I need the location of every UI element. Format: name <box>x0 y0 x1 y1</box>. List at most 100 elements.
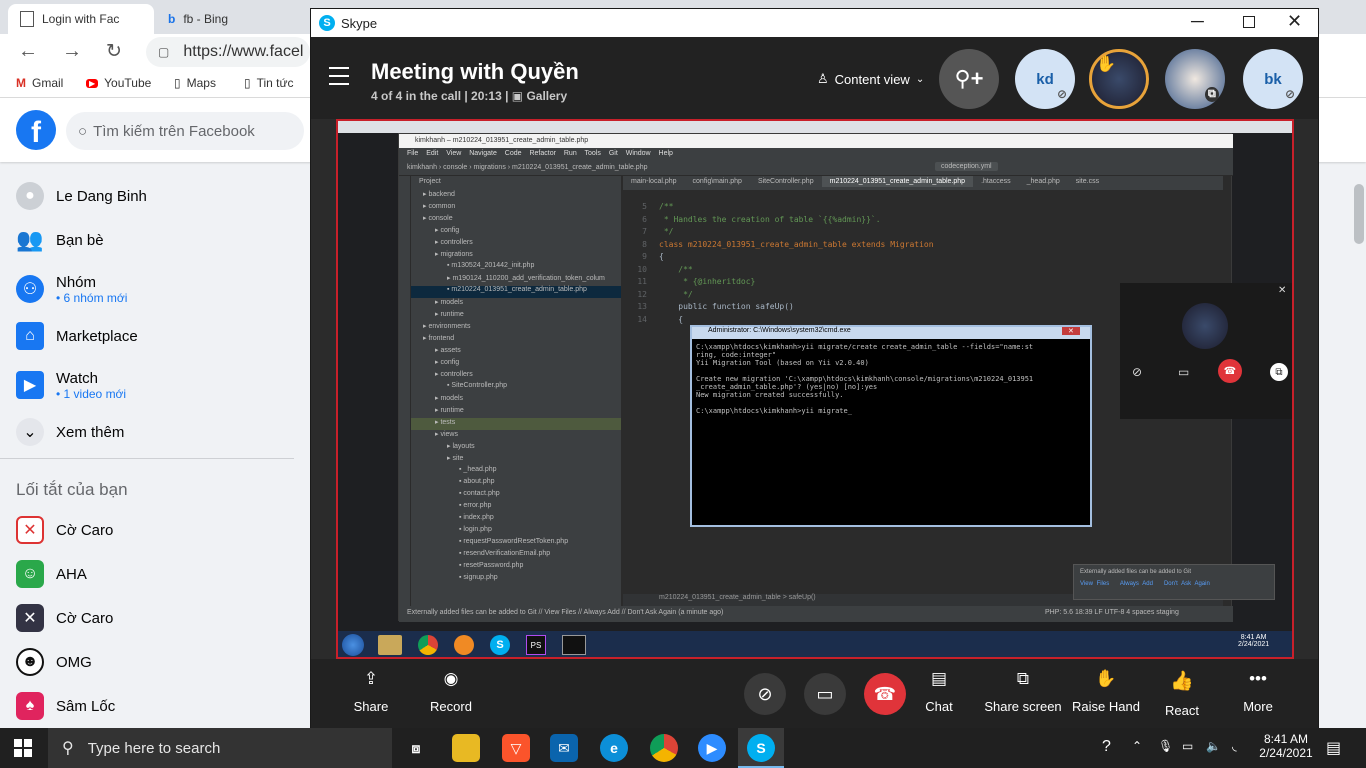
end-call-icon[interactable]: ☎ <box>1218 359 1242 383</box>
tree-item[interactable]: ▸ config <box>411 358 621 370</box>
editor-tab[interactable]: config\main.php <box>685 176 750 187</box>
tree-item[interactable]: ▸ m190124_110200_add_verification_token_… <box>411 274 621 286</box>
sidebar-item-see-more[interactable]: ⌄ Xem thêm <box>16 412 124 452</box>
maximize-icon[interactable] <box>1243 16 1255 28</box>
run-config-select[interactable]: codeception.yml <box>935 162 998 171</box>
participant-avatar[interactable]: ✋ <box>1089 49 1149 109</box>
tree-item[interactable]: ▸ site <box>411 454 621 466</box>
sidebar-item-marketplace[interactable]: ⌂ Marketplace <box>16 316 138 356</box>
more-button[interactable]: ••• More <box>1218 669 1298 714</box>
forward-icon[interactable]: → <box>62 40 82 63</box>
raise-hand-button[interactable]: ✋ Raise Hand <box>1066 669 1146 714</box>
editor-tabs[interactable]: main-local.php config\main.php SiteControl… <box>623 176 1223 190</box>
tree-item[interactable]: ▪ login.php <box>411 526 621 538</box>
cmd-output[interactable]: C:\xampp\htdocs\kimkhanh>yii migrate/cre… <box>696 343 1033 415</box>
wifi-icon[interactable]: ◟ <box>1232 739 1237 753</box>
camera-off-icon[interactable]: ▭ <box>1178 365 1189 379</box>
taskbar-search-input[interactable]: ⚲ Type here to search <box>48 728 392 768</box>
scrollbar-thumb[interactable] <box>1354 184 1364 244</box>
tree-item[interactable]: ▪ resendVerificationEmail.php <box>411 550 621 562</box>
tree-item[interactable]: ▪ index.php <box>411 514 621 526</box>
shortcut-item[interactable]: ☺ AHA <box>16 554 87 594</box>
chrome-icon[interactable] <box>650 734 678 762</box>
tree-item[interactable]: ▪ error.php <box>411 502 621 514</box>
editor-tab[interactable]: site.css <box>1068 176 1107 187</box>
chrome-icon[interactable] <box>418 635 438 655</box>
tree-item[interactable]: ▸ models <box>411 394 621 406</box>
back-icon[interactable]: ← <box>18 40 38 63</box>
tree-item[interactable]: ▸ common <box>411 202 621 214</box>
edge-icon[interactable]: e <box>600 734 628 762</box>
tree-item[interactable]: ▸ frontend <box>411 334 621 346</box>
minimize-icon[interactable]: ─ <box>1191 11 1204 32</box>
address-bar[interactable]: ▢ https://www.facel <box>146 37 310 67</box>
facebook-logo-icon[interactable]: f <box>16 110 56 150</box>
tree-item[interactable]: ▪ about.php <box>411 478 621 490</box>
share-screen-button[interactable]: ⧉ Share screen <box>983 669 1063 714</box>
menu-icon[interactable] <box>329 67 349 85</box>
chat-button[interactable]: ▤ Chat <box>899 669 979 714</box>
battery-icon[interactable]: ▭ <box>1182 739 1193 753</box>
browser-tab-facebook[interactable]: Login with Fac <box>8 4 154 34</box>
tree-item[interactable]: ▪ resetPassword.php <box>411 562 621 574</box>
tree-item[interactable]: ▸ console <box>411 214 621 226</box>
app-icon[interactable] <box>454 635 474 655</box>
notification-links[interactable]: View Files Always Add Don't Ask Again <box>1080 581 1268 587</box>
tree-item[interactable]: ▪ SiteController.php <box>411 382 621 394</box>
tree-item[interactable]: ▪ contact.php <box>411 490 621 502</box>
shortcut-item[interactable]: ✕ Cờ Caro <box>16 598 113 638</box>
notification-link[interactable]: View Files <box>1080 581 1109 587</box>
bookmark-youtube[interactable]: ▶ YouTube <box>86 76 151 90</box>
cmd-icon[interactable] <box>562 635 586 655</box>
file-explorer-icon[interactable] <box>452 734 480 762</box>
sidebar-item-profile[interactable]: ● Le Dang Binh <box>16 176 147 216</box>
mute-button[interactable]: ⊘ <box>744 673 786 715</box>
shortcut-item[interactable]: ♠ Sâm Lốc <box>16 686 115 726</box>
editor-tab[interactable]: .htaccess <box>973 176 1019 187</box>
tree-item[interactable]: ▸ migrations <box>411 250 621 262</box>
phpstorm-icon[interactable]: PS <box>526 635 546 655</box>
editor-tab[interactable]: SiteController.php <box>750 176 822 187</box>
help-icon[interactable]: ? <box>1102 738 1111 756</box>
skype-icon[interactable]: S <box>490 635 510 655</box>
tree-item[interactable]: ▪ requestPasswordResetToken.php <box>411 538 621 550</box>
notification-center-icon[interactable]: ▤ <box>1326 738 1341 758</box>
view-mode[interactable]: Gallery <box>526 89 567 103</box>
close-icon[interactable]: ✕ <box>1287 11 1302 32</box>
tree-item[interactable]: ▸ backend <box>411 190 621 202</box>
tree-item[interactable]: ▸ models <box>411 298 621 310</box>
tree-item[interactable]: ▸ controllers <box>411 370 621 382</box>
tree-item[interactable]: ▪ _head.php <box>411 466 621 478</box>
zoom-icon[interactable]: ▶ <box>698 734 726 762</box>
taskbar-clock[interactable]: 8:41 AM 2/24/2021 <box>1256 732 1316 760</box>
tree-item[interactable]: ▪ m210224_013951_create_admin_table.php <box>411 286 621 298</box>
volume-icon[interactable]: 🔈 <box>1206 739 1221 753</box>
browser-tab-bing[interactable]: b fb - Bing <box>156 4 302 34</box>
tree-item[interactable]: ▸ runtime <box>411 310 621 322</box>
editor-tab[interactable]: main-local.php <box>623 176 685 187</box>
participant-avatar[interactable]: ⧉ <box>1165 49 1225 109</box>
content-view-dropdown[interactable]: ♙ Content view ⌄ <box>817 71 924 87</box>
task-view-icon[interactable]: ⧈ <box>402 734 430 762</box>
react-button[interactable]: 👍 React <box>1142 669 1222 718</box>
participant-avatar[interactable]: kd ⊘ <box>1015 49 1075 109</box>
share-button[interactable]: ⇪ Share <box>331 669 411 714</box>
tree-item[interactable]: ▸ assets <box>411 346 621 358</box>
shortcut-item[interactable]: ☻ OMG <box>16 642 92 682</box>
sidebar-item-groups[interactable]: ⚇ Nhóm • 6 nhóm mới <box>16 266 127 312</box>
close-icon[interactable]: ✕ <box>1062 327 1080 335</box>
sidebar-item-watch[interactable]: ▶ Watch • 1 video mới <box>16 362 126 408</box>
start-icon[interactable] <box>342 634 364 656</box>
tree-item[interactable]: ▸ runtime <box>411 406 621 418</box>
taskbar-skype-active[interactable]: S <box>738 728 784 768</box>
mic-muted-icon[interactable]: ⊘ <box>1132 365 1142 379</box>
chevron-up-icon[interactable]: ⌃ <box>1132 739 1142 753</box>
tree-item[interactable]: ▪ signup.php <box>411 574 621 586</box>
notification-link[interactable]: Don't Ask Again <box>1164 581 1210 587</box>
video-button[interactable]: ▭ <box>804 673 846 715</box>
explorer-icon[interactable] <box>378 635 402 655</box>
tree-item[interactable]: ▸ tests <box>411 418 621 430</box>
bookmark-tin-tuc[interactable]: ▯ Tin tức <box>244 76 294 90</box>
notification-link[interactable]: Always Add <box>1120 581 1153 587</box>
add-people-button[interactable]: ⚲+ <box>939 49 999 109</box>
